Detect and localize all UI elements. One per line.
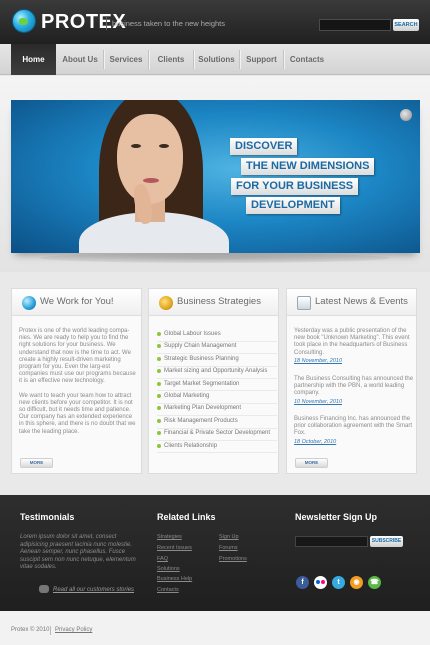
news-date-link[interactable]: 18 November, 2010 [294,357,414,365]
related-link[interactable]: FAQ [157,556,168,563]
facebook-icon[interactable]: f [296,576,309,589]
column-paragraph: Protex is one of the world leading compa… [19,328,136,385]
news-text: Yesterday was a public presentation of t… [294,328,410,356]
column-header: Latest News & Events [287,289,416,316]
strategy-link[interactable]: Global Marketing [157,392,277,404]
banner-photo-eye [131,144,141,148]
strategy-link[interactable]: Supply Chain Management [157,342,277,355]
nav-item-clients[interactable]: Clients [149,44,193,75]
banner-headline-line: THE NEW DIMENSIONS [241,158,375,175]
news-item: Business Financing Inc. has announced th… [294,416,414,446]
subscribe-button[interactable]: SUBSCRIBE [370,536,403,547]
column-paragraph: We want to teach your team how to attrac… [19,392,136,435]
nav-item-contacts[interactable]: Contacts [284,44,330,75]
speech-bubble-icon [39,585,49,593]
nav-item-home[interactable]: Home [11,44,56,75]
hero-banner[interactable]: DISCOVER THE NEW DIMENSIONS FOR YOUR BUS… [11,100,420,253]
phone-icon[interactable]: ☎ [368,576,381,589]
strategy-link[interactable]: Strategic Business Planning [157,355,277,367]
banner-headline-line: FOR YOUR BUSINESS [231,178,359,195]
newsletter-title: Newsletter Sign Up [295,512,378,522]
twitter-icon[interactable]: t [332,576,345,589]
column-title: Business Strategies [177,296,261,307]
related-link[interactable]: Strategies [157,534,182,541]
nav-item-support[interactable]: Support [240,44,283,75]
banner-headline-line: DISCOVER [230,138,298,155]
strategies-list: Global Labour Issues Supply Chain Manage… [157,330,277,454]
strategy-link[interactable]: Marketing Plan Development [157,404,277,417]
flickr-icon[interactable] [314,576,327,589]
related-link[interactable]: Promotions [219,556,247,563]
related-link[interactable]: Forums [219,545,238,552]
header: PROTEX business taken to the new heights… [0,0,430,44]
testimonials-link[interactable]: Read all our customers stories [53,587,134,593]
column-we-work: We Work for You! Protex is one of the wo… [11,288,142,474]
column-header: We Work for You! [12,289,141,316]
column-title: Latest News & Events [315,296,408,307]
search-input[interactable] [319,19,391,31]
related-link[interactable]: Solutions [157,566,180,573]
globe-logo-icon[interactable] [12,9,36,33]
copyright-text: Protex © 2010 [11,627,50,633]
newsletter-email-input[interactable] [295,536,368,547]
slogan-divider [106,16,107,30]
nav-item-solutions[interactable]: Solutions [194,44,239,75]
banner-headline-line: DEVELOPMENT [246,197,340,214]
news-item: The Business Consulting has announced th… [294,376,414,406]
strategy-link[interactable]: Market sizing and Opportunity Analysis [157,367,277,379]
slogan: business taken to the new heights [112,19,225,28]
related-link[interactable]: Recent Issues [157,545,192,552]
news-date-link[interactable]: 10 November, 2010 [294,398,414,406]
news-text: The Business Consulting has announced th… [294,376,414,397]
news-text: Business Financing Inc. has announced th… [294,416,413,437]
news-date-link[interactable]: 18 October, 2010 [294,438,414,446]
banner-shadow [40,253,390,263]
nav-item-about-us[interactable]: About Us [57,44,103,75]
related-link[interactable]: Business Help [157,576,192,583]
strategy-link[interactable]: Global Labour Issues [157,330,277,342]
related-link[interactable]: Contacts [157,587,179,594]
calendar-icon [297,296,311,310]
strategy-link[interactable]: Target Market Segmentation [157,380,277,392]
news-item: Yesterday was a public presentation of t… [294,328,414,365]
related-link[interactable]: Sign Up [219,534,239,541]
nav-item-services[interactable]: Services [104,44,148,75]
banner-photo-lips [143,178,159,183]
main-nav: Home About Us Services Clients Solutions… [0,44,430,75]
bottom-separator [50,626,51,635]
column-title: We Work for You! [40,296,114,307]
column-header: Business Strategies [149,289,278,316]
strategy-link[interactable]: Financial & Private Sector Development [157,429,277,441]
testimonial-text: Lorem ipsum dolor sit amet, consect adip… [20,534,136,570]
more-button-news[interactable]: MORE [295,458,328,468]
page: PROTEX business taken to the new heights… [0,0,430,645]
banner-photo-eye [159,144,169,148]
slider-pause-icon[interactable] [400,109,412,121]
rss-icon[interactable]: ◉ [350,576,363,589]
column-text: Protex is one of the world leading compa… [19,328,137,443]
related-links-title: Related Links [157,512,216,522]
banner-photo-face [117,114,183,204]
search-button[interactable]: SEARCH [393,19,419,31]
strategy-link[interactable]: Clients Relationship [157,442,277,454]
globe-icon [22,296,36,310]
gear-icon [159,296,173,310]
more-button-work[interactable]: MORE [20,458,53,468]
testimonials-title: Testimonials [20,512,75,522]
privacy-policy-link[interactable]: Privacy Policy [55,627,92,633]
strategy-link[interactable]: Risk Management Products [157,417,277,429]
